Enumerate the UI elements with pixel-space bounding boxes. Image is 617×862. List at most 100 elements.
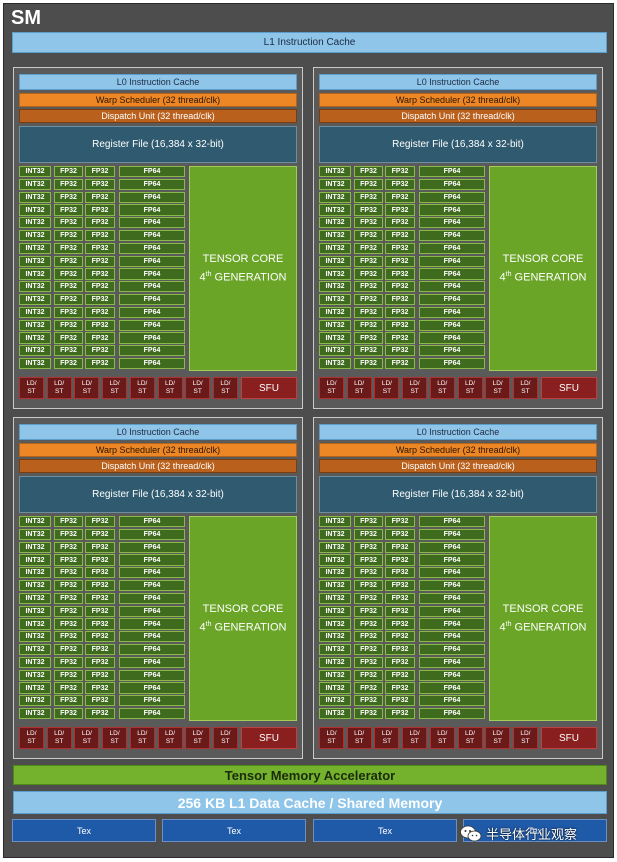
sfu-unit: SFU <box>541 377 597 399</box>
st-label: ST <box>55 388 64 395</box>
fp32-core: FP32 <box>54 294 83 306</box>
int32-core: INT32 <box>19 319 51 331</box>
fp32-core: FP32 <box>85 319 115 331</box>
st-label: ST <box>193 388 202 395</box>
ld-label: LD/ <box>164 380 176 387</box>
register-file: Register File (16,384 x 32-bit) <box>319 476 597 513</box>
fp32-core: FP32 <box>354 191 383 203</box>
fp64-core: FP64 <box>119 319 185 331</box>
int32-core: INT32 <box>319 268 351 280</box>
fp64-core: FP64 <box>119 618 185 630</box>
fp64-core: FP64 <box>419 255 485 267</box>
st-label: ST <box>110 388 119 395</box>
tensor-core: TENSOR CORE 4th GENERATION <box>489 516 597 721</box>
fp32-core: FP32 <box>354 528 383 541</box>
fp32-core: FP32 <box>385 306 415 319</box>
ld-label: LD/ <box>137 730 148 737</box>
fp64-core: FP64 <box>419 242 485 255</box>
fp32-core: FP32 <box>54 166 83 178</box>
int32-core: INT32 <box>19 618 51 630</box>
ld-st-unit: LD/ST <box>429 377 455 399</box>
int32-core: INT32 <box>319 708 351 720</box>
int32-core: INT32 <box>319 358 351 370</box>
tensor-core-generation: 4th GENERATION <box>500 617 587 636</box>
int32-core: INT32 <box>319 554 351 566</box>
fp32-core: FP32 <box>54 656 83 669</box>
fp32-core: FP32 <box>85 695 115 707</box>
int32-core: INT32 <box>19 631 51 643</box>
ld-st-unit: LD/ST <box>157 727 183 749</box>
fp32-core: FP32 <box>354 281 383 293</box>
ld-label: LD/ <box>26 380 37 387</box>
int32-core: INT32 <box>19 580 51 592</box>
fp32-core: FP32 <box>54 319 83 331</box>
fp64-core: FP64 <box>119 682 185 694</box>
fp64-core: FP64 <box>419 682 485 694</box>
ld-st-unit: LD/ST <box>74 727 100 749</box>
fp64-core: FP64 <box>119 516 185 528</box>
fp64-core: FP64 <box>119 605 185 617</box>
int32-core: INT32 <box>19 230 51 242</box>
fp64-core: FP64 <box>419 281 485 293</box>
fp32-core: FP32 <box>85 294 115 306</box>
fp64-core: FP64 <box>119 255 185 267</box>
fp32-core: FP32 <box>385 230 415 242</box>
int32-core: INT32 <box>19 255 51 267</box>
ld-label: LD/ <box>220 380 231 387</box>
fp32-core: FP32 <box>54 255 83 267</box>
fp32-core: FP32 <box>54 644 83 656</box>
fp32-core: FP32 <box>385 669 415 681</box>
ld-st-unit: LD/ST <box>512 377 538 399</box>
fp64-core: FP64 <box>119 204 185 216</box>
fp32-core: FP32 <box>85 567 115 579</box>
fp32-core: FP32 <box>54 708 83 720</box>
fp64-core: FP64 <box>419 268 485 280</box>
fp64-core: FP64 <box>419 605 485 617</box>
fp32-core: FP32 <box>354 656 383 669</box>
int32-core: INT32 <box>19 166 51 178</box>
int32-core: INT32 <box>319 191 351 203</box>
ld-label: LD/ <box>109 730 120 737</box>
fp32-core: FP32 <box>85 541 115 553</box>
tensor-core-label: TENSOR CORE <box>502 602 584 615</box>
fp32-core: FP32 <box>385 255 415 267</box>
st-label: ST <box>165 738 175 745</box>
fp32-core: FP32 <box>54 669 83 681</box>
fp32-core: FP32 <box>85 268 115 280</box>
fp32-core: FP32 <box>85 669 115 681</box>
fp32-core: FP32 <box>385 631 415 643</box>
int32-core: INT32 <box>319 592 351 605</box>
fp32-core: FP32 <box>54 306 83 319</box>
fp32-core: FP32 <box>54 516 83 528</box>
fp32-core: FP32 <box>54 230 83 242</box>
fp32-core: FP32 <box>354 204 383 216</box>
fp64-core: FP64 <box>419 294 485 306</box>
l1-data-cache-shared-memory: 256 KB L1 Data Cache / Shared Memory <box>13 791 607 814</box>
fp32-core: FP32 <box>385 656 415 669</box>
fp64-core: FP64 <box>419 204 485 216</box>
st-label: ST <box>410 738 419 745</box>
sm-partition: L0 Instruction Cache Warp Scheduler (32 t… <box>313 67 603 409</box>
ld-label: LD/ <box>381 380 392 387</box>
st-label: ST <box>221 738 230 745</box>
fp32-core: FP32 <box>54 217 83 229</box>
fp64-core: FP64 <box>419 191 485 203</box>
int32-core: INT32 <box>19 268 51 280</box>
fp32-core: FP32 <box>54 695 83 707</box>
ld-st-unit: LD/ST <box>485 727 511 749</box>
tensor-core: TENSOR CORE 4th GENERATION <box>189 166 297 371</box>
st-label: ST <box>410 388 419 395</box>
int32-core: INT32 <box>319 669 351 681</box>
fp32-core: FP32 <box>354 708 383 720</box>
int32-core: INT32 <box>319 178 351 191</box>
warp-scheduler: Warp Scheduler (32 thread/clk) <box>19 93 297 107</box>
fp32-core: FP32 <box>85 592 115 605</box>
register-file: Register File (16,384 x 32-bit) <box>19 476 297 513</box>
fp32-core: FP32 <box>54 332 83 344</box>
ld-label: LD/ <box>26 730 37 737</box>
int32-core: INT32 <box>319 605 351 617</box>
st-label: ST <box>382 738 392 745</box>
tensor-gen-suffix: th <box>205 270 212 278</box>
ld-label: LD/ <box>437 730 448 737</box>
ld-st-unit: LD/ST <box>346 377 372 399</box>
